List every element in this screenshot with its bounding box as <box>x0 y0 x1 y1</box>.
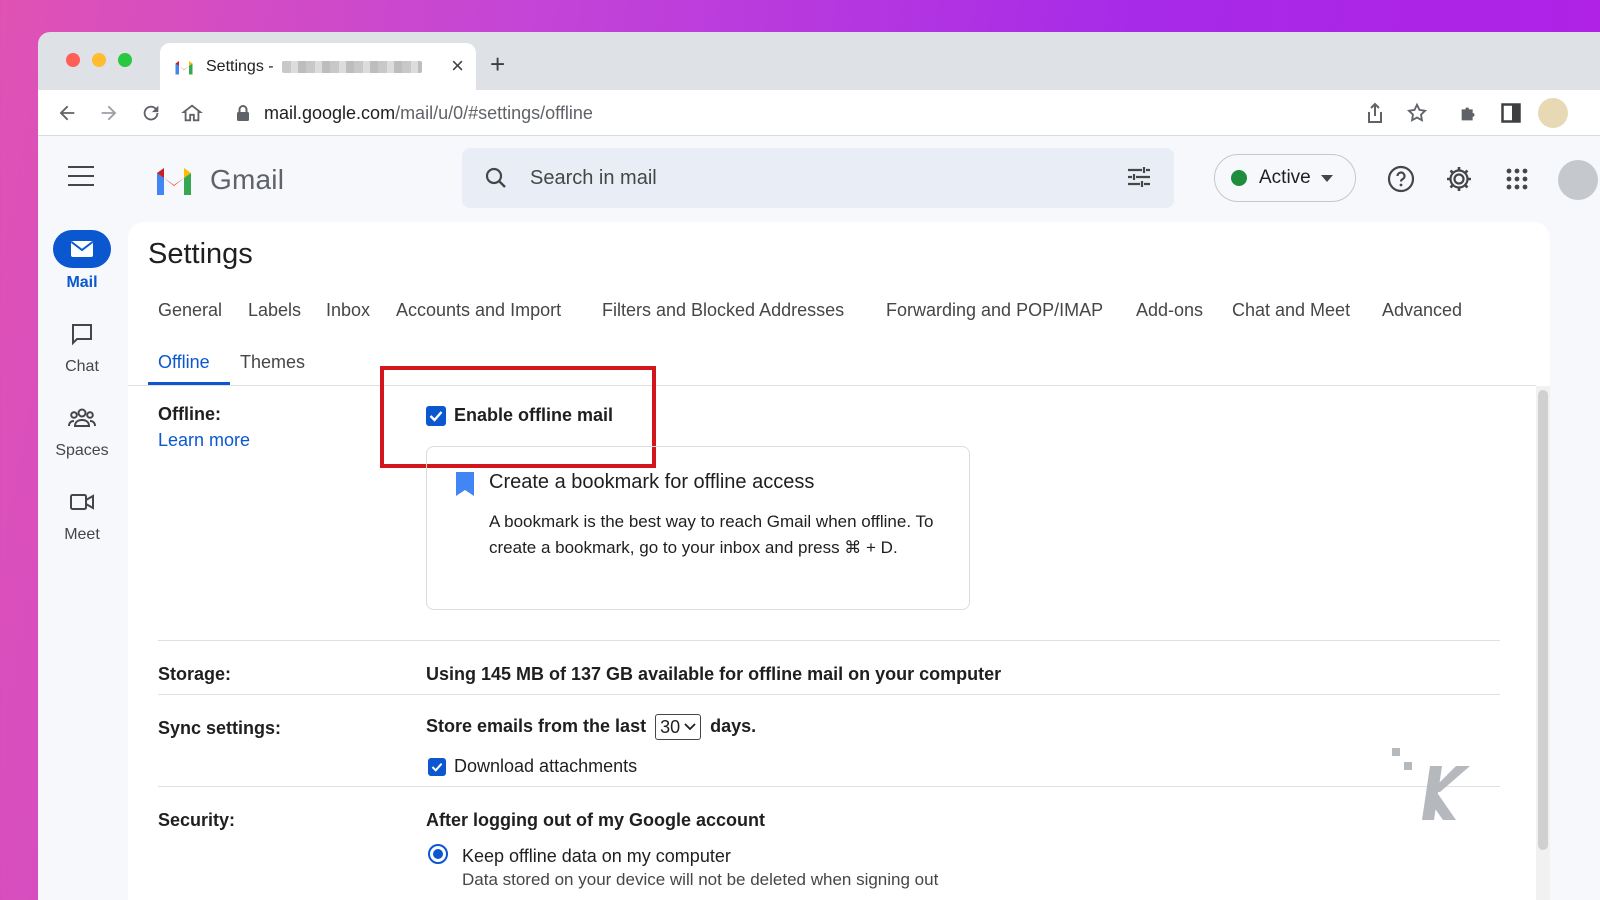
url-text: mail.google.com/mail/u/0/#settings/offli… <box>264 103 593 124</box>
status-active-dot <box>1231 170 1247 186</box>
gmail-logo-icon <box>157 168 191 195</box>
tab-themes[interactable]: Themes <box>240 352 305 373</box>
search-bar[interactable]: Search in mail <box>462 148 1174 208</box>
tab-strip: Settings - × + <box>38 32 1600 90</box>
sync-days-line: Store emails from the last 30 days. <box>426 714 756 740</box>
settings-panel: Settings General Labels Inbox Accounts a… <box>128 222 1550 900</box>
chat-bubble-icon <box>53 316 111 352</box>
sync-days-select[interactable]: 30 <box>655 714 702 740</box>
security-heading: After logging out of my Google account <box>426 810 765 830</box>
sync-suffix-text: days. <box>710 715 757 736</box>
row-divider <box>158 694 1500 695</box>
content-scrollbar[interactable] <box>1536 386 1550 900</box>
rail-label-spaces: Spaces <box>55 442 109 459</box>
gmail-app: Gmail Search in mail Active Mail Chat Sp… <box>38 136 1600 900</box>
status-label: Active <box>1259 167 1311 188</box>
sync-prefix-text: Store emails from the last <box>426 715 647 736</box>
security-label: Security: <box>158 810 236 830</box>
keep-offline-data-subtext: Data stored on your device will not be d… <box>462 870 939 889</box>
rail-label-chat: Chat <box>65 358 99 375</box>
maximize-window-button[interactable] <box>118 53 132 67</box>
bookmark-card-body: A bookmark is the best way to reach Gmai… <box>489 512 934 557</box>
gmail-wordmark: Gmail <box>210 164 285 195</box>
gmail-logo[interactable]: Gmail <box>154 164 284 196</box>
profile-avatar[interactable] <box>1538 98 1568 128</box>
checkmark-icon <box>431 763 443 772</box>
back-arrow-icon[interactable] <box>54 100 80 126</box>
row-divider <box>158 640 1500 641</box>
row-divider <box>158 786 1500 787</box>
browser-tab-settings[interactable]: Settings - × <box>160 43 476 90</box>
tabs-divider <box>128 385 1536 386</box>
search-input[interactable]: Search in mail <box>530 167 657 190</box>
home-icon[interactable] <box>179 100 205 126</box>
minimize-window-button[interactable] <box>92 53 106 67</box>
close-window-button[interactable] <box>66 53 80 67</box>
apps-grid-icon[interactable] <box>1502 164 1532 194</box>
rail-item-chat[interactable]: Chat <box>50 316 114 376</box>
share-icon[interactable] <box>1362 100 1388 126</box>
scrollbar-thumb[interactable] <box>1538 390 1548 850</box>
download-attachments-label[interactable]: Download attachments <box>454 756 637 777</box>
tab-forwarding[interactable]: Forwarding and POP/IMAP <box>886 300 1103 321</box>
bookmark-info-card: Create a bookmark for offline access A b… <box>426 446 970 610</box>
chevron-down-icon <box>684 723 696 731</box>
help-icon[interactable] <box>1386 164 1416 194</box>
caret-down-icon <box>1320 174 1333 182</box>
learn-more-link[interactable]: Learn more <box>158 430 250 451</box>
extensions-puzzle-icon[interactable] <box>1456 100 1482 126</box>
storage-label: Storage: <box>158 664 232 684</box>
storage-value: Using 145 MB of 137 GB available for off… <box>426 664 1002 684</box>
tab-labels[interactable]: Labels <box>248 300 301 321</box>
url-host: mail.google.com <box>264 102 396 123</box>
tab-advanced[interactable]: Advanced <box>1382 300 1462 321</box>
rail-item-spaces[interactable]: Spaces <box>50 400 114 460</box>
gmail-favicon-icon <box>175 60 193 74</box>
url-path: /mail/u/0/#settings/offline <box>395 102 593 123</box>
sync-days-value: 30 <box>660 716 681 737</box>
lock-icon <box>237 105 249 121</box>
search-options-icon[interactable] <box>1126 164 1152 190</box>
tab-offline[interactable]: Offline <box>158 352 210 373</box>
tab-close-icon[interactable]: × <box>451 55 464 77</box>
tab-addons[interactable]: Add-ons <box>1136 300 1203 321</box>
redacted-account <box>281 60 422 73</box>
download-attachments-checkbox[interactable] <box>428 758 446 776</box>
browser-window: Settings - × + mail.google.com/mail/u/0/… <box>38 32 1600 900</box>
tab-filters[interactable]: Filters and Blocked Addresses <box>602 300 844 321</box>
bookmark-star-icon[interactable] <box>1404 100 1430 126</box>
radio-selected-dot <box>433 849 443 859</box>
search-icon[interactable] <box>484 166 508 190</box>
bookmark-icon <box>456 472 474 496</box>
new-tab-button[interactable]: + <box>490 51 505 77</box>
main-menu-icon[interactable] <box>68 166 94 186</box>
status-dropdown[interactable]: Active <box>1214 154 1356 202</box>
reload-icon[interactable] <box>138 100 164 126</box>
rail-item-mail[interactable]: Mail <box>50 230 114 292</box>
address-bar[interactable]: mail.google.com/mail/u/0/#settings/offli… <box>224 95 1454 131</box>
mail-icon <box>53 230 111 268</box>
settings-gear-icon[interactable] <box>1444 164 1474 194</box>
page-title: Settings <box>148 238 253 270</box>
rail-label-meet: Meet <box>64 526 100 543</box>
tab-general[interactable]: General <box>158 300 222 321</box>
tab-accounts-and-import[interactable]: Accounts and Import <box>396 300 561 321</box>
offline-label: Offline: <box>158 404 221 424</box>
browser-toolbar: mail.google.com/mail/u/0/#settings/offli… <box>38 90 1600 136</box>
keep-offline-data-radio[interactable] <box>428 844 448 864</box>
video-camera-icon <box>53 484 111 520</box>
sync-settings-label: Sync settings: <box>158 718 282 738</box>
bookmark-card-title: Create a bookmark for offline access <box>489 471 815 493</box>
tab-chat-and-meet[interactable]: Chat and Meet <box>1232 300 1350 321</box>
browser-tab-title: Settings - <box>206 57 274 75</box>
side-panel-icon[interactable] <box>1498 100 1524 126</box>
watermark-logo <box>1392 748 1470 820</box>
people-group-icon <box>53 400 111 436</box>
rail-label-mail: Mail <box>66 274 98 291</box>
forward-arrow-icon[interactable] <box>96 100 122 126</box>
tab-inbox[interactable]: Inbox <box>326 300 370 321</box>
account-avatar[interactable] <box>1558 160 1598 200</box>
rail-item-meet[interactable]: Meet <box>50 484 114 544</box>
keep-offline-data-label[interactable]: Keep offline data on my computer <box>462 846 731 867</box>
